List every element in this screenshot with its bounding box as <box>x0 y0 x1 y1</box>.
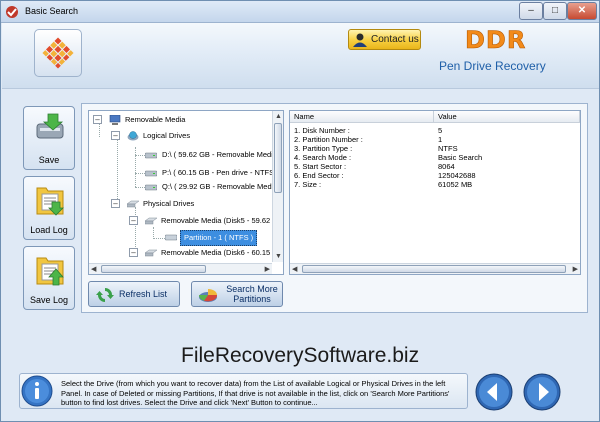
save-disk-icon <box>36 113 64 139</box>
column-header-value[interactable]: Value <box>434 111 580 123</box>
collapse-toggle[interactable]: – <box>129 248 138 257</box>
collapse-toggle[interactable]: – <box>111 131 120 140</box>
scroll-left-icon[interactable]: ◀ <box>292 265 297 274</box>
row-name: 2. Partition Number : <box>294 135 363 144</box>
physical-drive-icon <box>145 217 157 225</box>
scroll-thumb[interactable] <box>101 265 206 273</box>
drive-icon <box>145 184 157 191</box>
app-window: Basic Search – □ ✕ Contact us DDR Pen Dr… <box>0 0 600 422</box>
tree-label: P:\ ( 60.15 GB - Pen drive - NTFS <box>162 168 275 177</box>
details-list: Name Value 1. Disk Number : 5 2. Partiti… <box>289 110 581 275</box>
close-button[interactable]: ✕ <box>567 2 597 20</box>
column-header-name[interactable]: Name <box>290 111 434 123</box>
tree-label: D:\ ( 59.62 GB - Removable Media <box>162 150 278 159</box>
load-log-folder-icon <box>36 187 64 216</box>
scroll-left-icon[interactable]: ◀ <box>91 265 96 274</box>
tree-label-selected: Partition - 1 ( NTFS ) <box>180 230 258 246</box>
logo <box>34 29 82 77</box>
row-value: 61052 MB <box>438 180 473 189</box>
pie-chart-icon <box>198 289 218 302</box>
brand-name: DDR <box>465 26 527 55</box>
collapse-toggle[interactable]: – <box>129 216 138 225</box>
save-log-label: Save Log <box>29 295 69 305</box>
info-icon <box>21 375 53 407</box>
minimize-button[interactable]: – <box>519 2 543 20</box>
computer-icon <box>109 115 121 125</box>
next-button[interactable] <box>523 373 561 411</box>
maximize-button[interactable]: □ <box>543 2 567 20</box>
tree-label: Physical Drives <box>143 199 195 208</box>
save-log-folder-icon <box>36 257 64 286</box>
logo-icon <box>42 37 74 69</box>
row-name: 4. Search Mode : <box>294 153 352 162</box>
load-log-button[interactable]: Load Log <box>23 176 75 240</box>
row-name: 7. Size : <box>294 180 322 189</box>
next-arrow-icon <box>523 373 561 411</box>
scroll-thumb[interactable] <box>274 123 282 193</box>
header-banner: Contact us DDR Pen Drive Recovery <box>2 23 599 89</box>
physical-drive-icon <box>127 200 139 208</box>
partition-icon <box>165 234 177 241</box>
row-value: 1 <box>438 135 443 144</box>
row-value: NTFS <box>438 144 458 153</box>
tree-label: Removable Media <box>125 115 186 124</box>
scroll-right-icon[interactable]: ▶ <box>265 265 270 274</box>
physical-drive-icon <box>145 249 157 257</box>
scroll-right-icon[interactable]: ▶ <box>573 265 578 274</box>
tree-connector <box>117 139 118 201</box>
instructions-text: Select the Drive (from which you want to… <box>61 379 450 407</box>
back-button[interactable] <box>475 373 513 411</box>
globe-drive-icon <box>127 131 139 141</box>
row-value: 125042688 <box>438 171 476 180</box>
window-title: Basic Search <box>25 6 79 16</box>
website-text: FileRecoverySoftware.biz <box>181 344 420 367</box>
app-icon <box>6 6 18 18</box>
row-name: 1. Disk Number : <box>294 126 350 135</box>
load-log-label: Load Log <box>30 225 68 235</box>
list-header: Name Value <box>290 111 580 123</box>
contact-us-button[interactable]: Contact us <box>348 29 421 50</box>
row-value: Basic Search <box>438 153 483 162</box>
tree-connector <box>135 155 145 156</box>
tree-connector <box>135 173 145 174</box>
row-name: 6. End Sector : <box>294 171 344 180</box>
contact-us-label: Contact us <box>371 34 419 45</box>
tree-horizontal-scrollbar[interactable]: ◀ ▶ <box>89 263 272 274</box>
save-log-button[interactable]: Save Log <box>23 246 75 310</box>
tree-connector <box>153 238 165 239</box>
tree-label: Logical Drives <box>143 131 191 140</box>
scroll-up-icon[interactable]: ▲ <box>275 112 282 121</box>
tree-label: Removable Media (Disk6 - 60.15 <box>161 248 271 257</box>
scroll-thumb[interactable] <box>302 265 566 273</box>
tree-label: Removable Media (Disk5 - 59.62 <box>161 216 271 225</box>
save-label: Save <box>38 155 60 165</box>
save-button[interactable]: Save <box>23 106 75 170</box>
drive-tree: – Removable Media – Logical Drives D:\ (… <box>88 110 284 275</box>
list-horizontal-scrollbar[interactable]: ◀ ▶ <box>290 263 580 274</box>
search-more-partitions-label: Search More Partitions <box>226 284 278 304</box>
drive-icon <box>145 152 157 159</box>
refresh-list-button[interactable]: Refresh List <box>88 281 180 307</box>
row-value: 5 <box>438 126 443 135</box>
back-arrow-icon <box>475 373 513 411</box>
tree-label: Q:\ ( 29.92 GB - Removable Media <box>162 182 278 191</box>
tree-vertical-scrollbar[interactable]: ▲ ▼ <box>272 111 283 262</box>
row-name: 5. Start Sector : <box>294 162 347 171</box>
search-more-partitions-button[interactable]: Search More Partitions <box>191 281 283 307</box>
refresh-icon <box>96 288 114 302</box>
collapse-toggle[interactable]: – <box>111 199 120 208</box>
tree-connector <box>135 147 136 187</box>
title-bar: Basic Search – □ ✕ <box>1 1 599 23</box>
product-name: Pen Drive Recovery <box>439 59 546 73</box>
row-name: 3. Partition Type : <box>294 144 353 153</box>
collapse-toggle[interactable]: – <box>93 115 102 124</box>
contact-person-icon <box>353 33 367 47</box>
scroll-down-icon[interactable]: ▼ <box>275 252 282 261</box>
refresh-list-label: Refresh List <box>119 289 168 299</box>
tree-connector <box>135 187 145 188</box>
row-value: 8064 <box>438 162 455 171</box>
tree-connector <box>99 123 100 137</box>
drive-icon <box>145 170 157 177</box>
